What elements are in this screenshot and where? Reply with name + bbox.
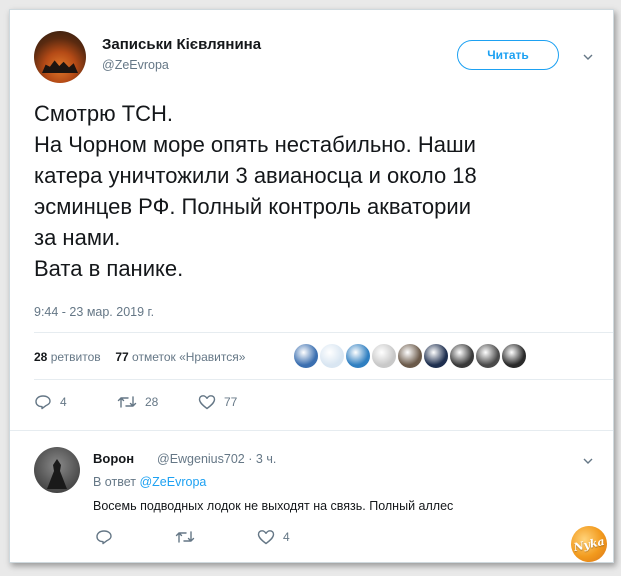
liker-avatar[interactable]: [319, 343, 345, 369]
retweet-icon: [117, 396, 137, 408]
tweet-text-line: На Чорном море опять нестабильно. Наши: [34, 132, 476, 157]
author-handle[interactable]: @ZeEvropa: [102, 58, 169, 72]
reply-like-count: 4: [283, 530, 290, 544]
retweets-label: ретвитов: [50, 350, 101, 364]
liker-avatar[interactable]: [501, 343, 527, 369]
follow-button[interactable]: Читать: [457, 40, 559, 70]
like-action[interactable]: 77: [198, 394, 237, 410]
divider: [34, 379, 613, 380]
tweet-text-line: катера уничтожили 3 авианосца и около 18: [34, 163, 477, 188]
tweet-stats: 28 ретвитов 77 отметок «Нравится»: [34, 350, 245, 364]
separator-dot: ·: [248, 452, 253, 466]
likes-label: отметок «Нравится»: [132, 350, 246, 364]
reply-text: Восемь подводных лодок не выходят на свя…: [93, 499, 454, 513]
site-logo: Nyka: [567, 522, 611, 566]
reply-author-name[interactable]: Ворон: [93, 451, 134, 466]
like-count: 77: [224, 395, 238, 409]
author-avatar[interactable]: [34, 31, 86, 83]
reply-icon: [96, 530, 112, 545]
divider: [10, 430, 613, 431]
retweet-count: 28: [145, 395, 159, 409]
reply-author-avatar[interactable]: [34, 447, 80, 493]
liker-avatar[interactable]: [423, 343, 449, 369]
liker-avatar[interactable]: [449, 343, 475, 369]
reply-count: 4: [60, 395, 67, 409]
chevron-down-icon[interactable]: [583, 52, 593, 62]
retweet-action[interactable]: [175, 529, 203, 545]
liker-avatar[interactable]: [345, 343, 371, 369]
likes-count: 77: [115, 350, 129, 364]
chevron-down-icon[interactable]: [583, 456, 593, 466]
in-reply-handle-link[interactable]: @ZeEvropa: [139, 475, 206, 489]
retweet-icon: [175, 531, 195, 543]
heart-icon: [257, 530, 275, 545]
liker-avatar[interactable]: [397, 343, 423, 369]
divider: [34, 332, 613, 333]
tweet-text: Смотрю ТСН. На Чорном море опять нестаби…: [34, 98, 594, 284]
reply-meta: @Ewgenius702 · 3 ч.: [157, 452, 276, 466]
reply-icon: [35, 395, 51, 410]
like-action[interactable]: 4: [257, 529, 290, 545]
heart-icon: [198, 395, 216, 410]
reply-time[interactable]: 3 ч.: [256, 452, 276, 466]
liker-avatar[interactable]: [371, 343, 397, 369]
tweet-text-line: эсминцев РФ. Полный контроль акватории: [34, 194, 471, 219]
reply-action[interactable]: 4: [34, 394, 67, 410]
retweets-stat[interactable]: 28 ретвитов: [34, 350, 101, 364]
retweet-action[interactable]: 28: [117, 394, 158, 410]
in-reply-prefix: В ответ: [93, 475, 136, 489]
in-reply-to: В ответ @ZeEvropa: [93, 475, 206, 489]
retweets-count: 28: [34, 350, 48, 364]
reply-author-handle[interactable]: @Ewgenius702: [157, 452, 245, 466]
likes-stat[interactable]: 77 отметок «Нравится»: [115, 350, 245, 364]
tweet-text-line: за нами.: [34, 225, 121, 250]
tweet-timestamp[interactable]: 9:44 - 23 мар. 2019 г.: [34, 305, 154, 319]
tweet-card: Записьки Кієвлянина @ZeEvropa Читать Смо…: [9, 9, 614, 566]
tweet-text-line: Вата в панике.: [34, 256, 184, 281]
liker-avatar[interactable]: [293, 343, 319, 369]
liker-avatar[interactable]: [475, 343, 501, 369]
tweet-text-line: Смотрю ТСН.: [34, 101, 174, 126]
reply-action[interactable]: [95, 529, 121, 545]
author-name[interactable]: Записьки Кієвлянина: [102, 36, 261, 53]
